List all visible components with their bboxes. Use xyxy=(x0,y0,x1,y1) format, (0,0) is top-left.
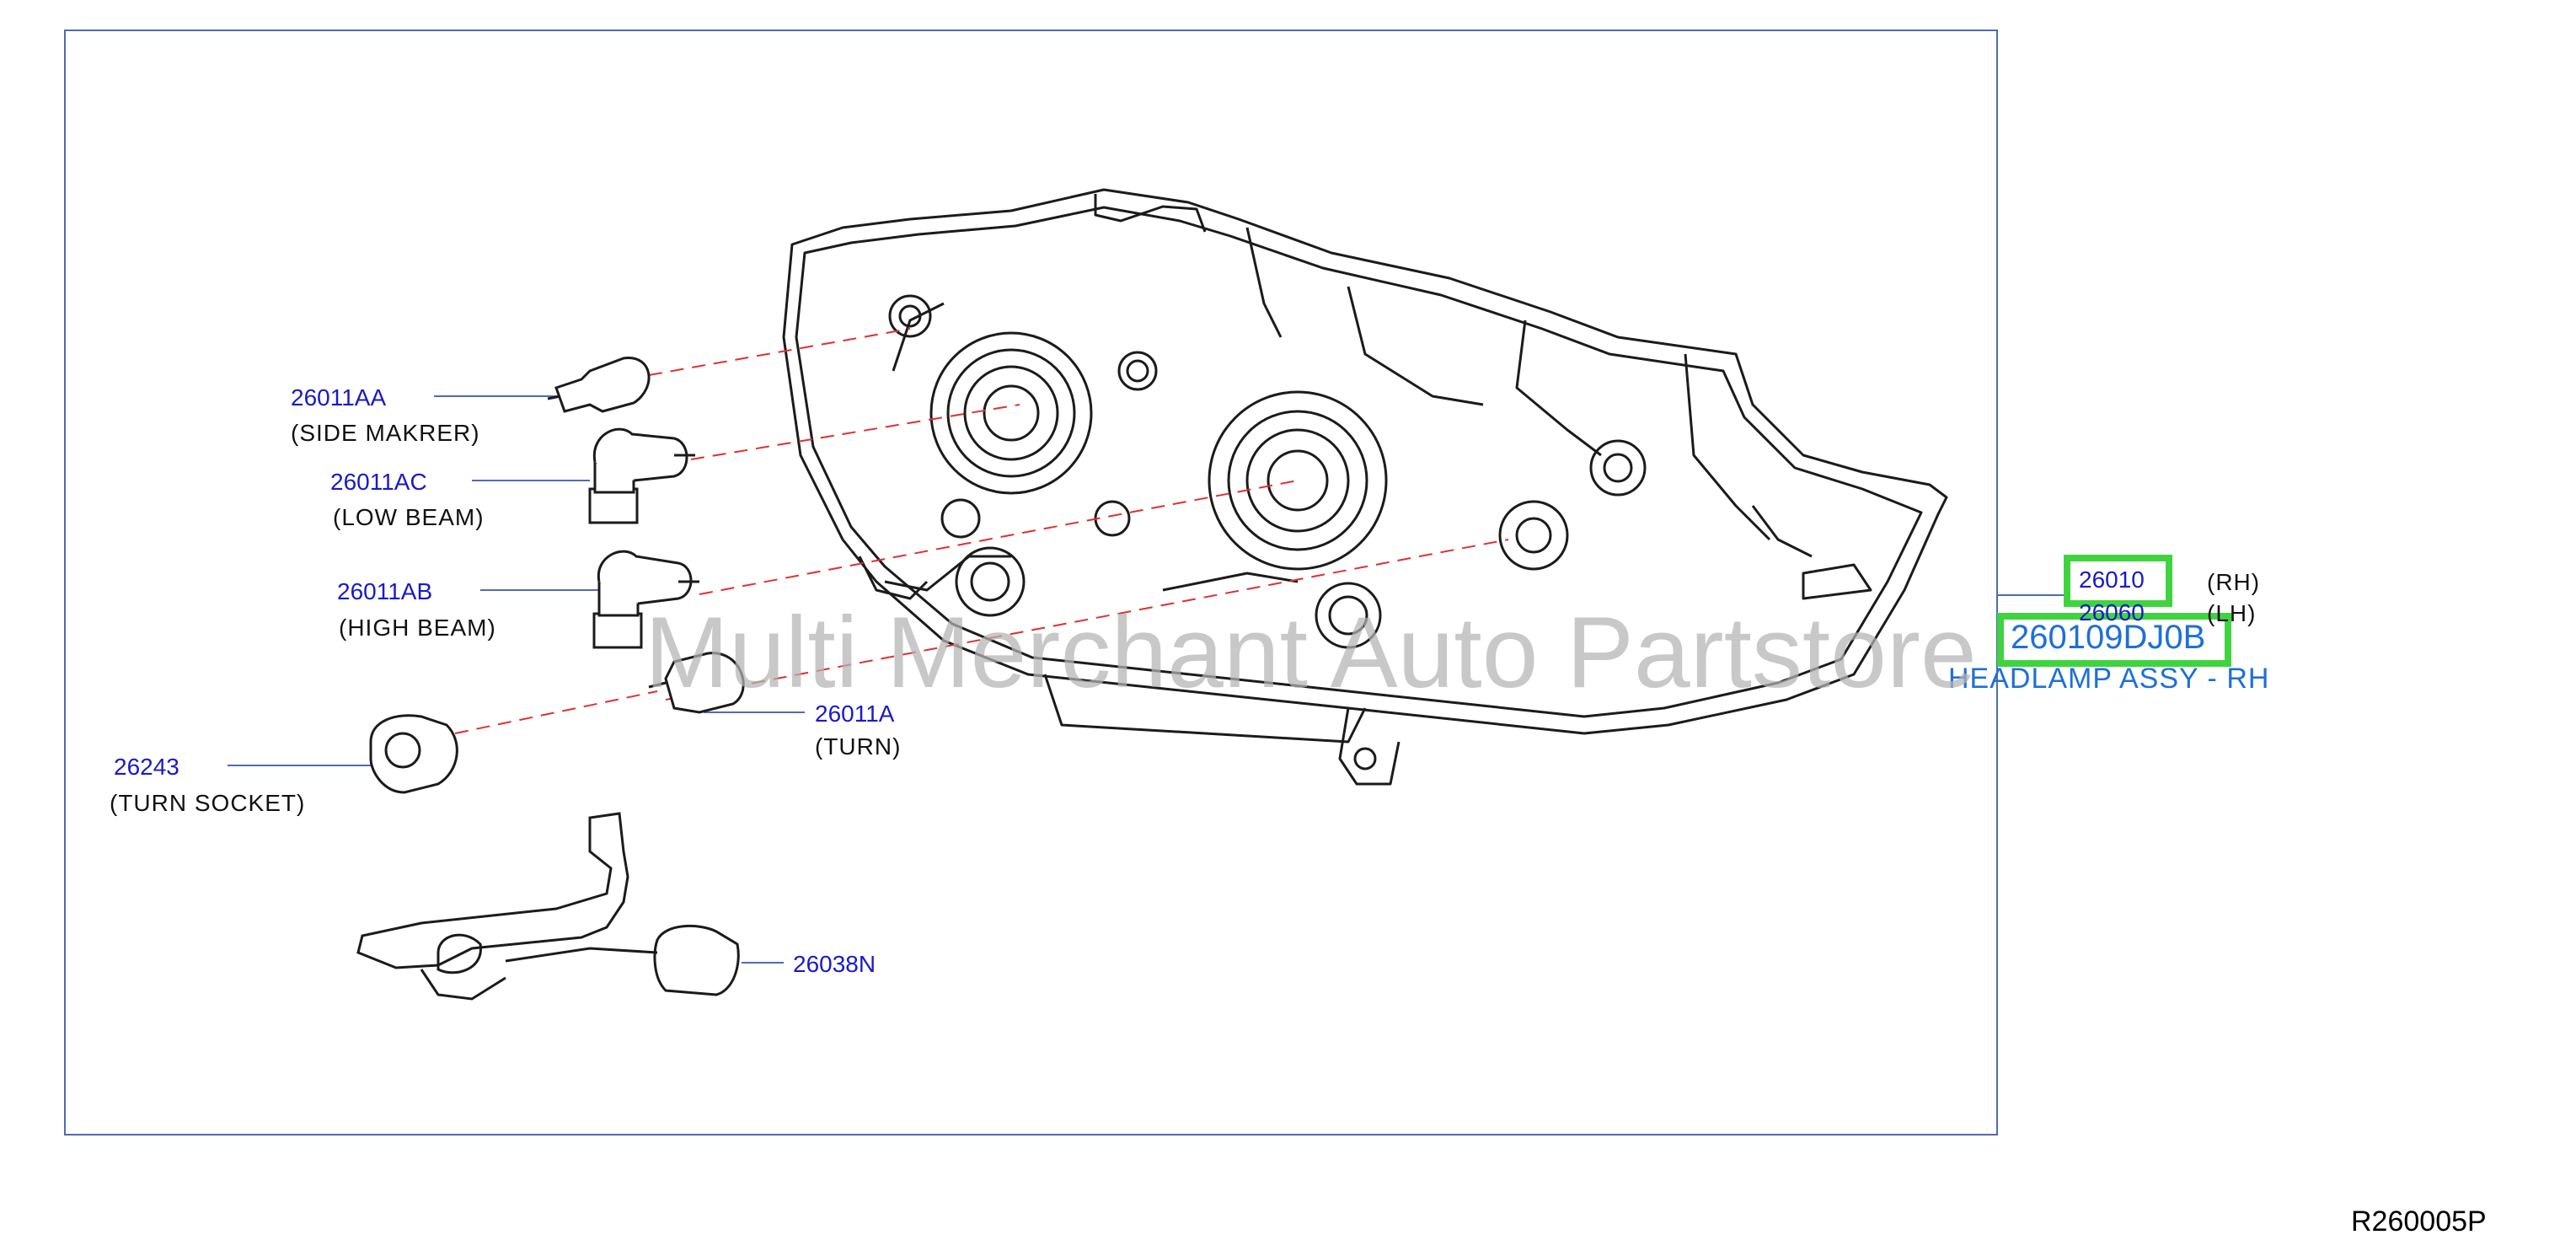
turn-bulb-description: (TURN) xyxy=(815,733,902,760)
assembly-rh-side: (RH) xyxy=(2207,569,2261,595)
side-marker-description: (SIDE MAKRER) xyxy=(291,420,480,446)
assembly-lh-side: (LH) xyxy=(2207,600,2257,626)
high-beam-part-number[interactable]: 26011AB xyxy=(337,578,432,605)
side-marker-part-number[interactable]: 26011AA xyxy=(291,384,386,411)
turn-socket-drawing xyxy=(369,714,458,794)
turn-socket-description: (TURN SOCKET) xyxy=(110,790,306,816)
high-beam-description: (HIGH BEAM) xyxy=(339,615,496,641)
side-marker-bulb-drawing xyxy=(547,357,651,413)
low-beam-part-number[interactable]: 26011AC xyxy=(330,469,427,496)
turn-socket-part-number[interactable]: 26243 xyxy=(114,754,179,781)
oem-part-number[interactable]: 260109DJ0B xyxy=(2011,619,2205,657)
figure-reference: R260005P xyxy=(2351,1205,2487,1238)
low-beam-bulb-drawing xyxy=(588,427,695,524)
harness-part-number[interactable]: 26038N xyxy=(793,951,876,978)
assembly-rh-part-number[interactable]: 26010 xyxy=(2079,566,2145,593)
harness-drawing xyxy=(356,812,740,1001)
low-beam-description: (LOW BEAM) xyxy=(333,504,485,530)
assembly-name: HEADLAMP ASSY - RH xyxy=(1948,663,2270,695)
store-watermark: Multi Merchant Auto Partstore xyxy=(645,596,1977,709)
